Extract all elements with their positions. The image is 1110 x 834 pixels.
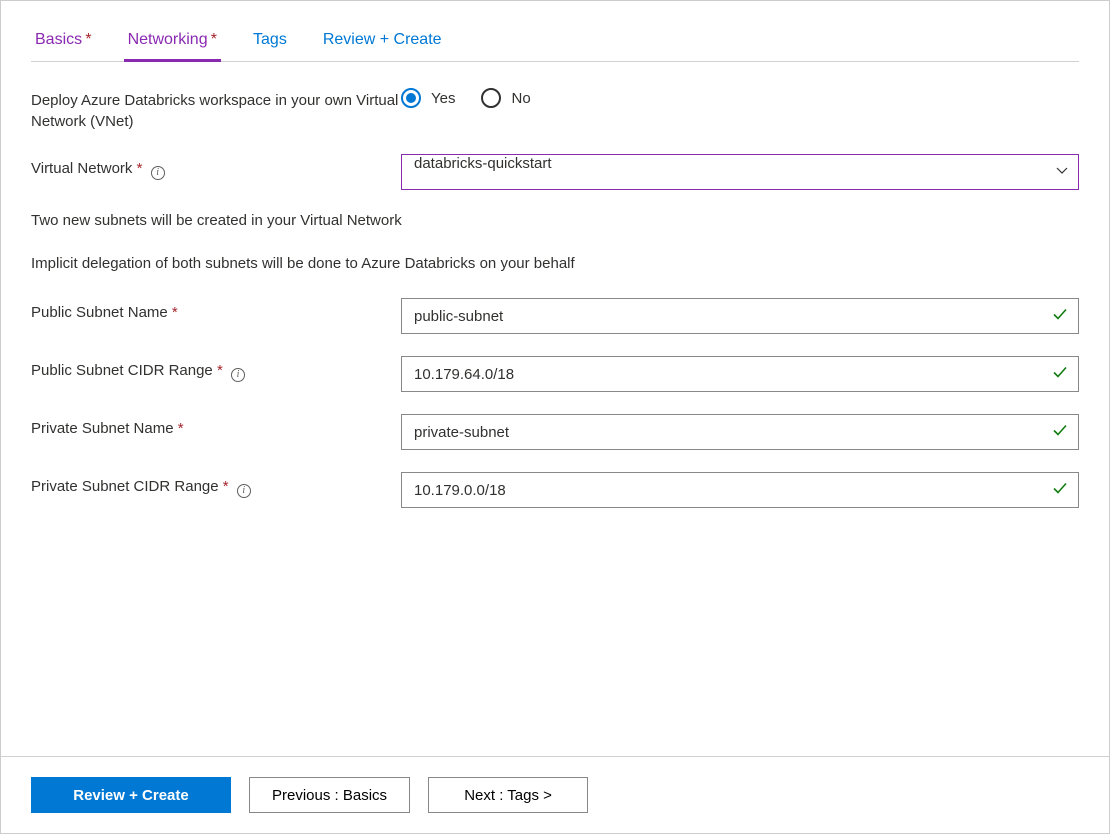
virtual-network-label: Virtual Network bbox=[31, 160, 132, 177]
row-virtual-network: Virtual Network * i databricks-quickstar… bbox=[31, 154, 1079, 190]
row-private-subnet-name: Private Subnet Name * bbox=[31, 414, 1079, 450]
subnet-info-2: Implicit delegation of both subnets will… bbox=[31, 255, 1079, 272]
next-button[interactable]: Next : Tags > bbox=[428, 777, 588, 813]
public-subnet-cidr-input[interactable] bbox=[401, 356, 1079, 392]
previous-button[interactable]: Previous : Basics bbox=[249, 777, 410, 813]
radio-vnet-no[interactable]: No bbox=[481, 88, 530, 108]
row-public-subnet-name: Public Subnet Name * bbox=[31, 298, 1079, 334]
tab-basics[interactable]: Basics * bbox=[31, 25, 96, 62]
tab-networking[interactable]: Networking * bbox=[124, 25, 221, 62]
subnet-info-1: Two new subnets will be created in your … bbox=[31, 212, 1079, 229]
row-public-subnet-cidr: Public Subnet CIDR Range * i bbox=[31, 356, 1079, 392]
row-deploy-vnet: Deploy Azure Databricks workspace in you… bbox=[31, 86, 1079, 132]
info-icon[interactable]: i bbox=[231, 368, 245, 382]
radio-vnet-yes[interactable]: Yes bbox=[401, 88, 455, 108]
private-subnet-cidr-input[interactable] bbox=[401, 472, 1079, 508]
virtual-network-select[interactable]: databricks-quickstart bbox=[401, 154, 1079, 190]
review-create-button[interactable]: Review + Create bbox=[31, 777, 231, 813]
tab-review-create[interactable]: Review + Create bbox=[319, 25, 446, 62]
footer-bar: Review + Create Previous : Basics Next :… bbox=[1, 756, 1109, 833]
public-subnet-cidr-label: Public Subnet CIDR Range bbox=[31, 362, 213, 379]
tab-strip: Basics * Networking * Tags Review + Crea… bbox=[31, 25, 1079, 62]
info-icon[interactable]: i bbox=[237, 484, 251, 498]
public-subnet-name-input[interactable] bbox=[401, 298, 1079, 334]
private-subnet-name-label: Private Subnet Name bbox=[31, 420, 174, 437]
deploy-vnet-label: Deploy Azure Databricks workspace in you… bbox=[31, 90, 401, 132]
row-private-subnet-cidr: Private Subnet CIDR Range * i bbox=[31, 472, 1079, 508]
form-panel: Basics * Networking * Tags Review + Crea… bbox=[1, 1, 1109, 508]
info-icon[interactable]: i bbox=[151, 166, 165, 180]
public-subnet-name-label: Public Subnet Name bbox=[31, 304, 168, 321]
private-subnet-name-input[interactable] bbox=[401, 414, 1079, 450]
private-subnet-cidr-label: Private Subnet CIDR Range bbox=[31, 478, 219, 495]
tab-tags[interactable]: Tags bbox=[249, 25, 291, 62]
